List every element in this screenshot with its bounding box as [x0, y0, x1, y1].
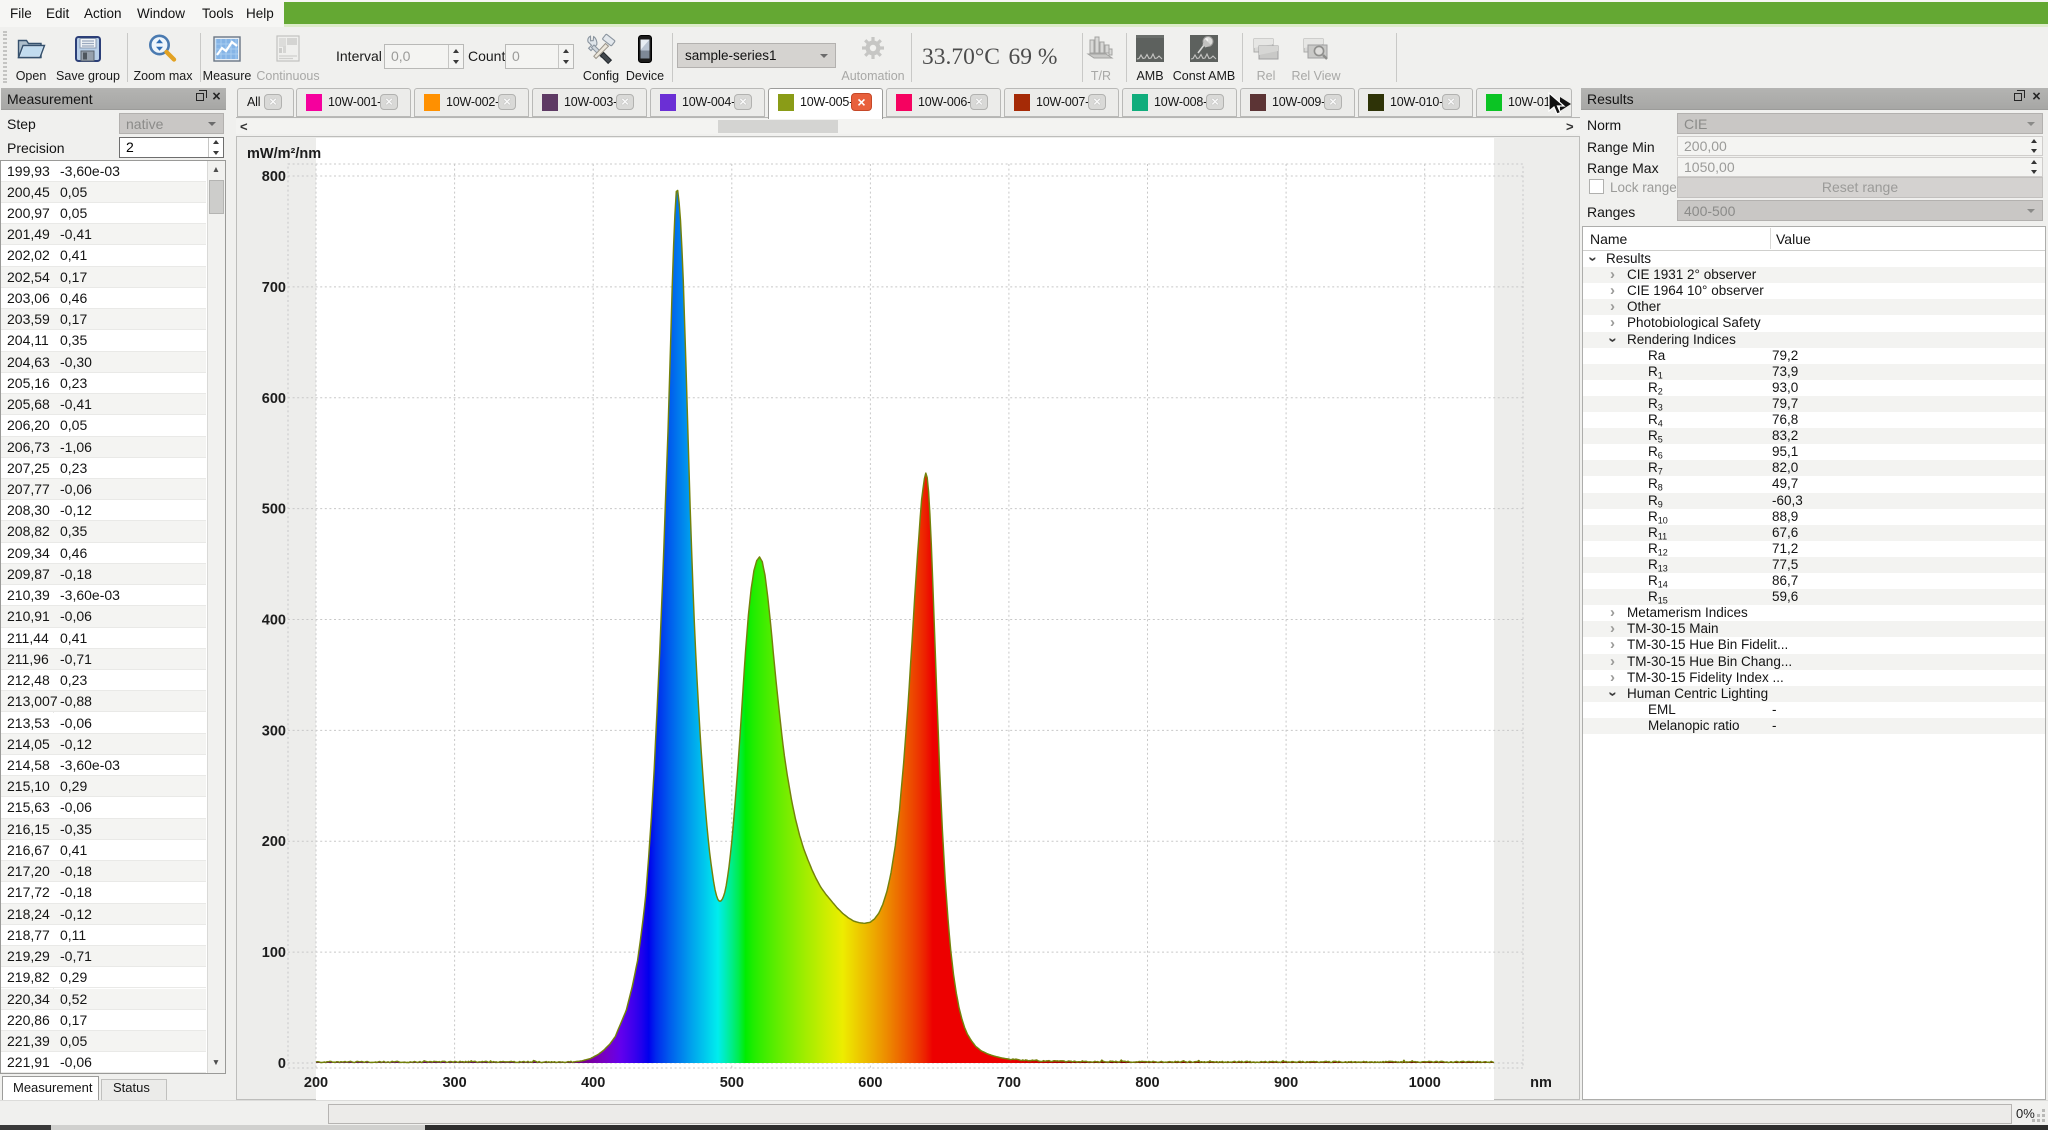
svg-text:1000: 1000 — [1409, 1075, 1441, 1091]
svg-text:600: 600 — [262, 391, 286, 407]
svg-text:mW/m²/nm: mW/m²/nm — [247, 146, 321, 162]
svg-text:700: 700 — [997, 1075, 1021, 1091]
svg-text:700: 700 — [262, 280, 286, 296]
svg-text:300: 300 — [442, 1075, 466, 1091]
svg-text:800: 800 — [1135, 1075, 1159, 1091]
svg-text:0: 0 — [278, 1056, 286, 1072]
svg-text:nm: nm — [1530, 1075, 1552, 1091]
svg-text:800: 800 — [262, 169, 286, 185]
svg-text:400: 400 — [581, 1075, 605, 1091]
svg-text:400: 400 — [262, 613, 286, 629]
svg-text:600: 600 — [858, 1075, 882, 1091]
svg-text:500: 500 — [720, 1075, 744, 1091]
svg-text:300: 300 — [262, 723, 286, 739]
svg-text:900: 900 — [1274, 1075, 1298, 1091]
svg-text:100: 100 — [262, 945, 286, 961]
svg-text:200: 200 — [262, 834, 286, 850]
svg-text:200: 200 — [304, 1075, 328, 1091]
svg-text:500: 500 — [262, 502, 286, 518]
